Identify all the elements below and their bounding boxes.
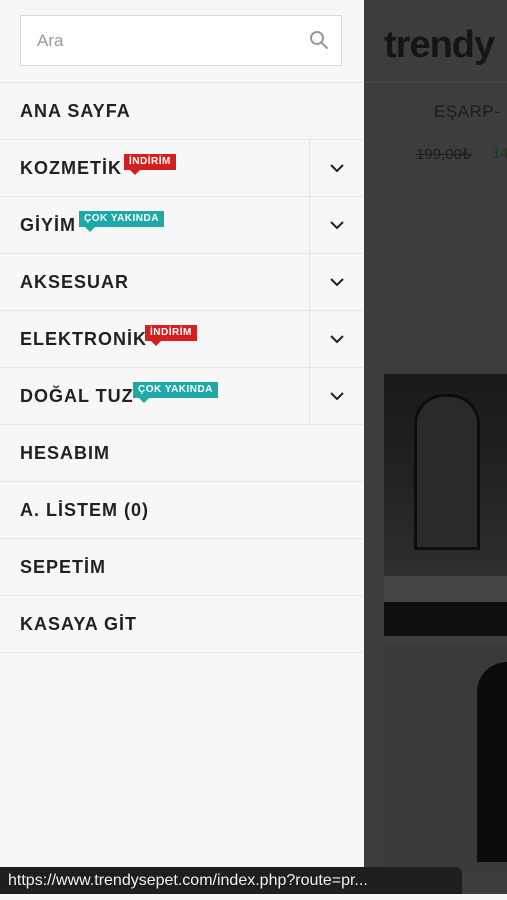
expand-toggle[interactable] bbox=[309, 197, 364, 253]
menu-item-label: A. LİSTEM (0) bbox=[20, 500, 149, 520]
menu-item-label: KOZMETİK bbox=[20, 158, 122, 178]
background-page-overlay[interactable]: trendy EŞARP- 199,00₺ 14 bbox=[364, 0, 507, 900]
product-new-price: 14 bbox=[492, 145, 507, 162]
menu-item-dogal-tuz[interactable]: DOĞAL TUZ ÇOK YAKINDA bbox=[0, 368, 364, 425]
search-icon[interactable] bbox=[309, 30, 329, 50]
menu-item-aksesuar[interactable]: AKSESUAR bbox=[0, 254, 364, 311]
chevron-down-icon bbox=[330, 335, 344, 344]
search-input[interactable] bbox=[37, 16, 307, 65]
chevron-down-icon bbox=[330, 392, 344, 401]
menu-item-elektronik[interactable]: ELEKTRONİK İNDİRİM bbox=[0, 311, 364, 368]
menu-item-kasaya-git[interactable]: KASAYA GİT bbox=[0, 596, 364, 653]
menu-item-label: ELEKTRONİK bbox=[20, 329, 147, 349]
expand-toggle[interactable] bbox=[309, 368, 364, 424]
search-box bbox=[20, 15, 342, 66]
header-divider bbox=[364, 82, 507, 83]
menu-item-label: GİYİM bbox=[20, 215, 77, 235]
expand-toggle[interactable] bbox=[309, 311, 364, 367]
coming-soon-badge: ÇOK YAKINDA bbox=[133, 382, 218, 403]
chevron-down-icon bbox=[330, 164, 344, 173]
discount-badge: İNDİRİM bbox=[124, 154, 176, 175]
chevron-down-icon bbox=[330, 221, 344, 230]
chevron-down-icon bbox=[330, 278, 344, 287]
menu-item-sepetim[interactable]: SEPETİM bbox=[0, 539, 364, 596]
menu-item-label: DOĞAL TUZ bbox=[20, 386, 134, 406]
menu-item-kozmetik[interactable]: KOZMETİK İNDİRİM bbox=[0, 140, 364, 197]
product-title: EŞARP- bbox=[434, 102, 501, 121]
expand-toggle[interactable] bbox=[309, 254, 364, 310]
menu-item-label: KASAYA GİT bbox=[20, 614, 138, 634]
menu-item-label: ANA SAYFA bbox=[20, 101, 131, 121]
menu-item-label: HESABIM bbox=[20, 443, 111, 463]
site-logo: trendy bbox=[384, 24, 495, 66]
bottom-strip bbox=[0, 894, 507, 900]
discount-badge: İNDİRİM bbox=[145, 325, 197, 346]
expand-toggle[interactable] bbox=[309, 140, 364, 196]
product-image bbox=[384, 374, 507, 636]
product-old-price: 199,00₺ bbox=[416, 146, 472, 163]
menu-item-giyim[interactable]: GİYİM ÇOK YAKINDA bbox=[0, 197, 364, 254]
side-menu: ANA SAYFA KOZMETİK İNDİRİM GİYİM ÇOK YAK… bbox=[0, 0, 364, 900]
menu-list: ANA SAYFA KOZMETİK İNDİRİM GİYİM ÇOK YAK… bbox=[0, 82, 364, 653]
menu-item-ana-sayfa[interactable]: ANA SAYFA bbox=[0, 83, 364, 140]
coming-soon-badge: ÇOK YAKINDA bbox=[79, 211, 164, 232]
menu-item-hesabim[interactable]: HESABIM bbox=[0, 425, 364, 482]
menu-item-label: AKSESUAR bbox=[20, 272, 130, 292]
status-bar-url: https://www.trendysepet.com/index.php?ro… bbox=[0, 867, 462, 894]
menu-item-wishlist[interactable]: A. LİSTEM (0) bbox=[0, 482, 364, 539]
menu-item-label: SEPETİM bbox=[20, 557, 107, 577]
product-image-model bbox=[384, 642, 507, 872]
